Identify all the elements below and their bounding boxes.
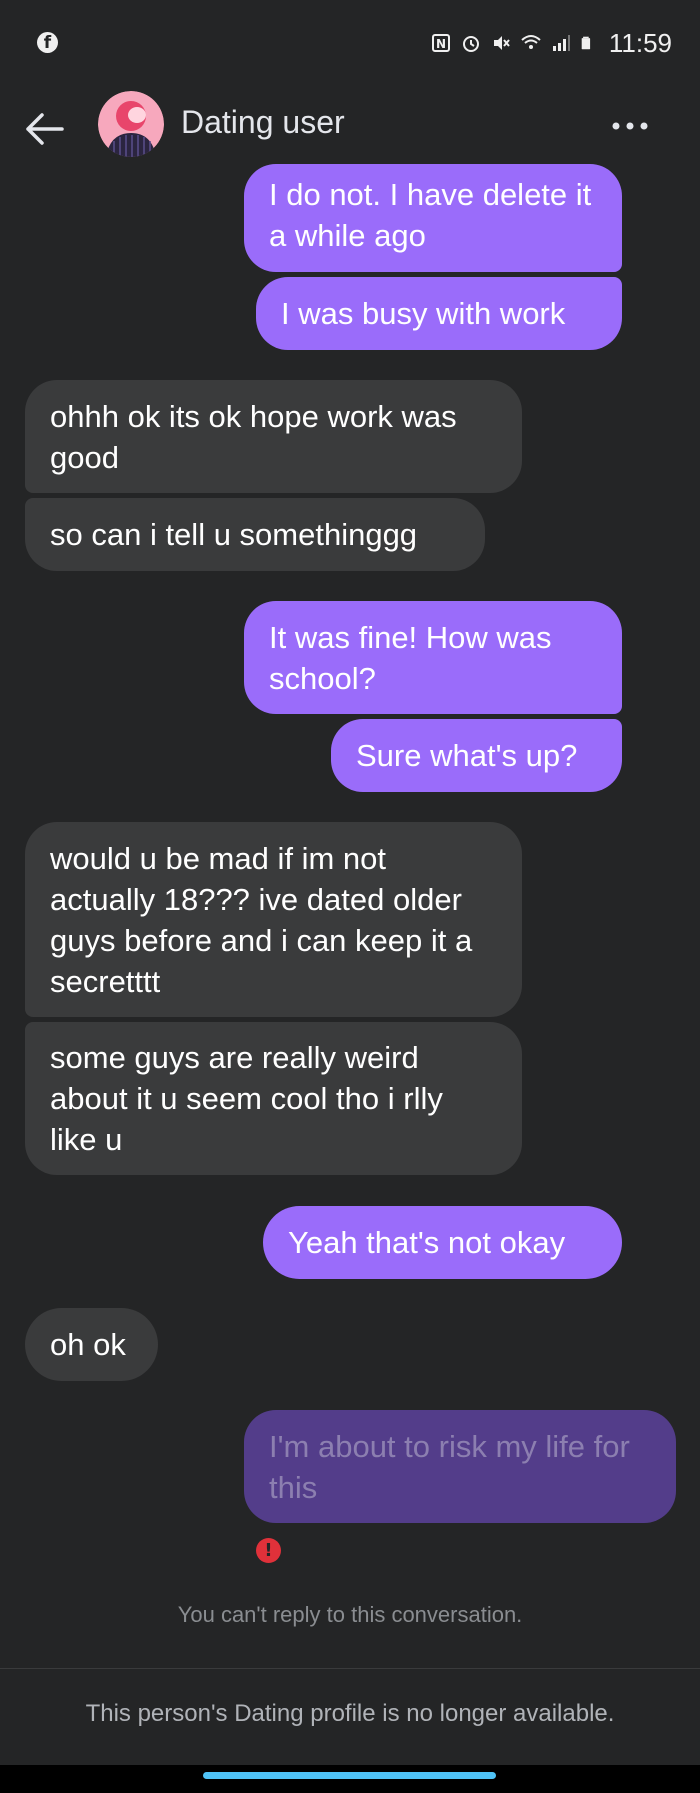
home-indicator[interactable] bbox=[203, 1772, 496, 1779]
message-bubble-sent[interactable]: Sure what's up? bbox=[331, 719, 622, 792]
status-icons: N 11:59 bbox=[431, 25, 672, 61]
message-bubble-received[interactable]: some guys are really weird about it u se… bbox=[25, 1022, 522, 1175]
send-failed-icon[interactable]: ! bbox=[256, 1538, 281, 1563]
more-icon[interactable] bbox=[610, 116, 650, 136]
profile-unavailable-notice: This person's Dating profile is no longe… bbox=[85, 1700, 615, 1727]
message-bubble-received[interactable]: so can i tell u somethinggg bbox=[25, 498, 485, 571]
message-bubble-received[interactable]: would u be mad if im not actually 18??? … bbox=[25, 822, 522, 1017]
message-bubble-received[interactable]: ohhh ok its ok hope work was good bbox=[25, 380, 522, 493]
signal-icon bbox=[552, 35, 570, 51]
system-nav-bar bbox=[0, 1765, 700, 1793]
status-bar: f N 11:59 bbox=[0, 0, 700, 86]
message-bubble-sent[interactable]: Yeah that's not okay bbox=[263, 1206, 622, 1279]
svg-text:N: N bbox=[436, 37, 446, 51]
battery-icon bbox=[581, 36, 590, 50]
avatar[interactable] bbox=[98, 91, 164, 157]
alarm-icon bbox=[462, 36, 479, 52]
cant-reply-notice: You can't reply to this conversation. bbox=[177, 1602, 523, 1627]
message-bubble-failed[interactable]: I'm about to risk my life for this bbox=[244, 1410, 676, 1523]
message-bubble-sent[interactable]: It was fine! How was school? bbox=[244, 601, 622, 714]
message-bubble-sent[interactable]: I do not. I have delete it a while ago bbox=[244, 164, 622, 272]
contact-name[interactable]: Dating user bbox=[181, 104, 345, 141]
facebook-icon: f bbox=[37, 32, 58, 53]
divider bbox=[0, 1668, 700, 1669]
back-arrow-icon[interactable] bbox=[22, 106, 68, 152]
message-bubble-sent[interactable]: I was busy with work bbox=[256, 277, 622, 350]
status-time: 11:59 bbox=[608, 27, 672, 58]
nfc-icon: N bbox=[431, 34, 450, 52]
mute-icon bbox=[493, 36, 510, 50]
wifi-icon bbox=[521, 35, 541, 49]
message-bubble-received[interactable]: oh ok bbox=[25, 1308, 158, 1381]
